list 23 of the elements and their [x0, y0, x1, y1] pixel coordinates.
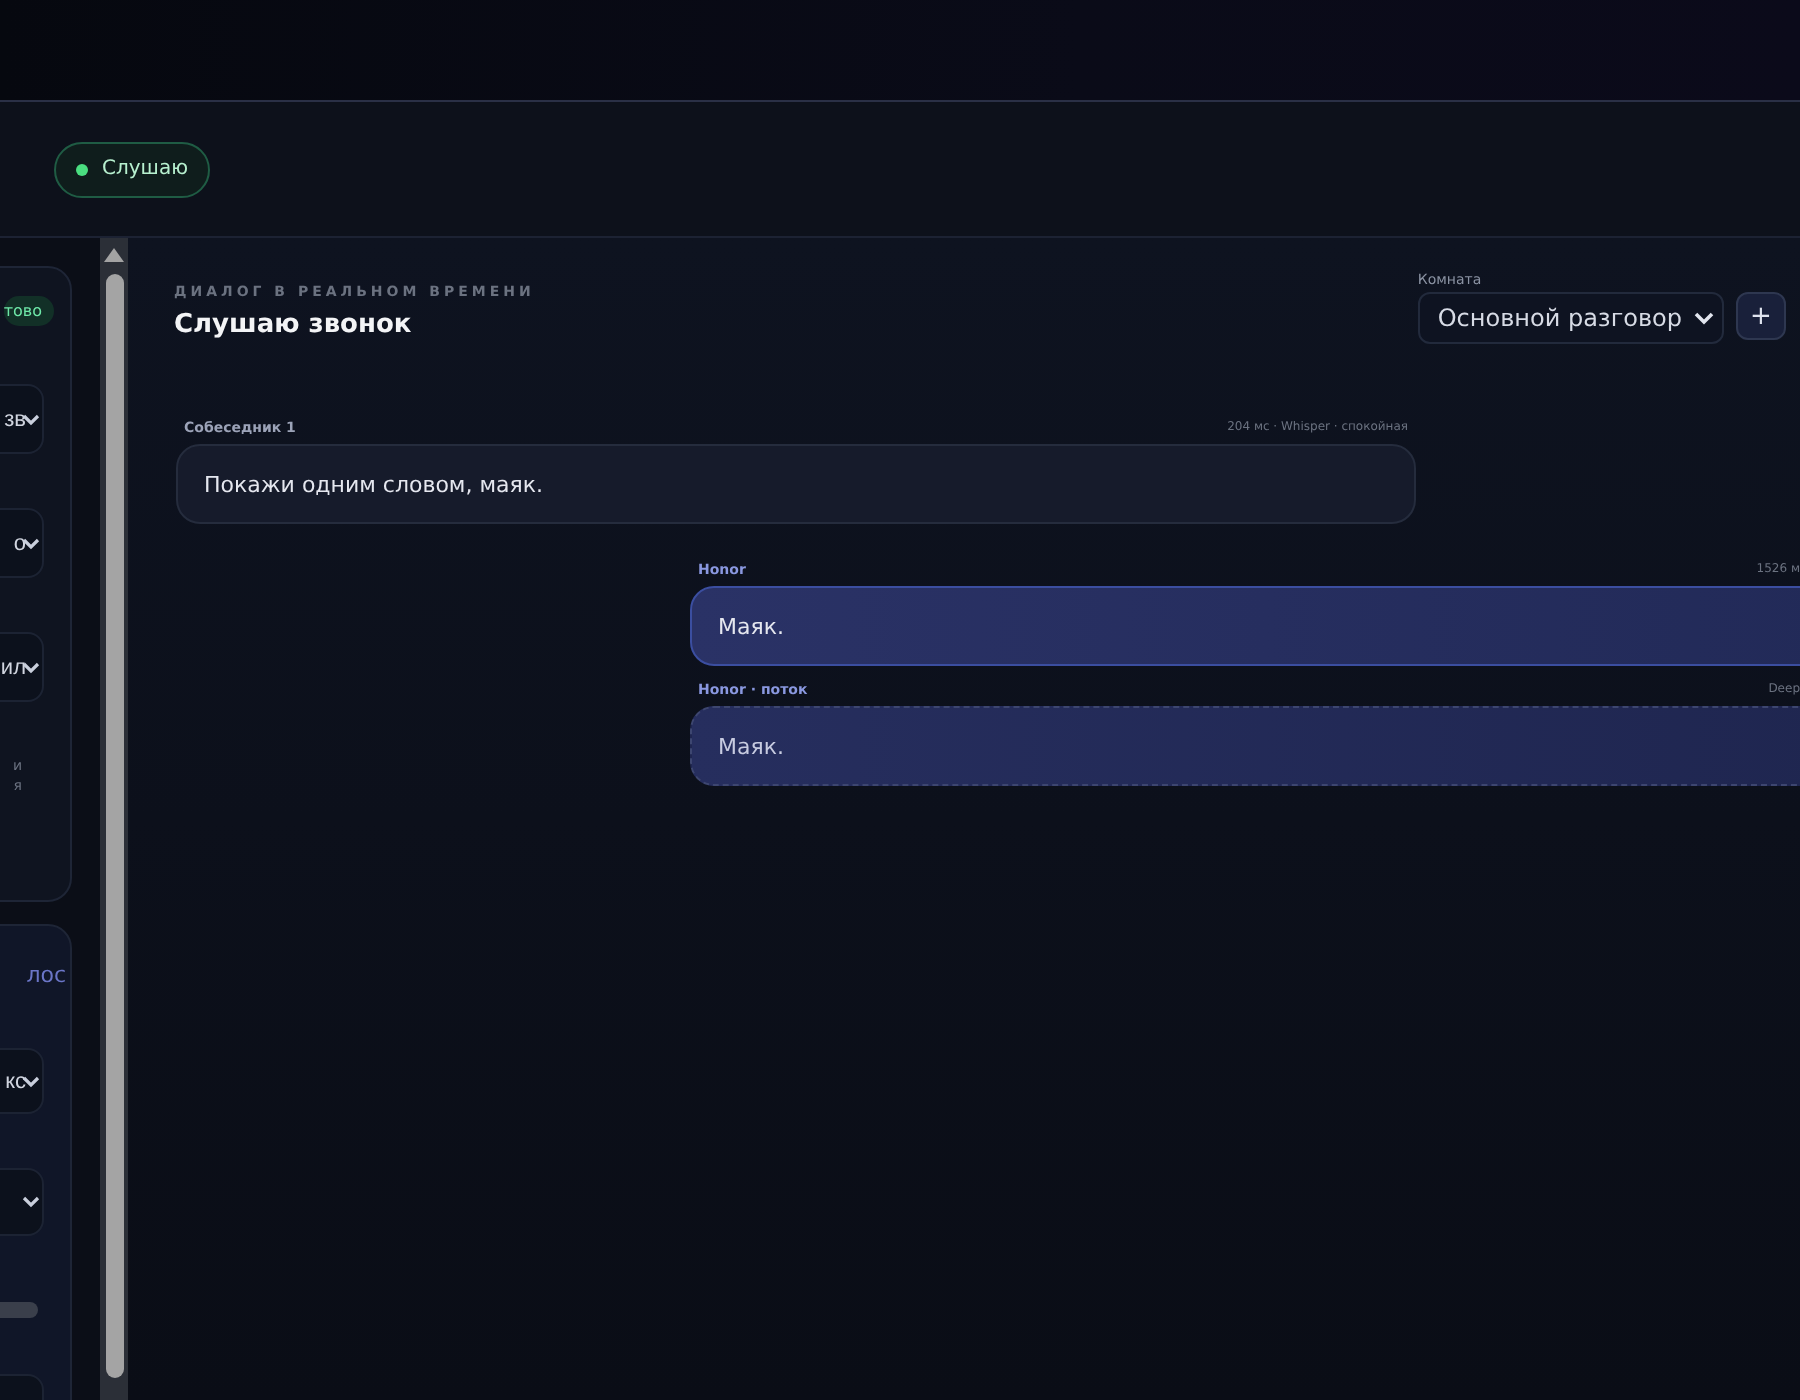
message-bubble: Маяк.: [690, 706, 1800, 786]
room-select[interactable]: Основной разговор: [1417, 292, 1724, 344]
add-room-button[interactable]: +: [1736, 292, 1786, 340]
select-field[interactable]: о: [0, 508, 44, 578]
status-dot-icon: [76, 163, 88, 175]
card-title: лос: [26, 962, 66, 988]
message-bubble: Покажи одним словом, маяк.: [176, 444, 1416, 524]
chevron-icon: [22, 1075, 40, 1088]
chevron-icon: [1694, 311, 1714, 325]
scrollbar-thumb[interactable]: [105, 274, 123, 1378]
select-field[interactable]: кс: [0, 1048, 44, 1115]
chevron-icon: [22, 661, 40, 673]
status-badge: тово: [3, 296, 54, 326]
status-label: Слушаю: [102, 158, 188, 180]
message-bubble: Маяк.: [690, 586, 1800, 666]
scroll-up-icon[interactable]: [104, 248, 124, 262]
select-field[interactable]: зв: [0, 384, 44, 454]
dialog-title: Слушаю звонок: [174, 310, 414, 340]
chevron-icon: [22, 1196, 40, 1209]
select-field[interactable]: ил: [0, 632, 44, 702]
chevron-icon: [22, 413, 40, 425]
chevron-icon: [22, 537, 40, 549]
scrollbar[interactable]: [100, 238, 128, 1400]
